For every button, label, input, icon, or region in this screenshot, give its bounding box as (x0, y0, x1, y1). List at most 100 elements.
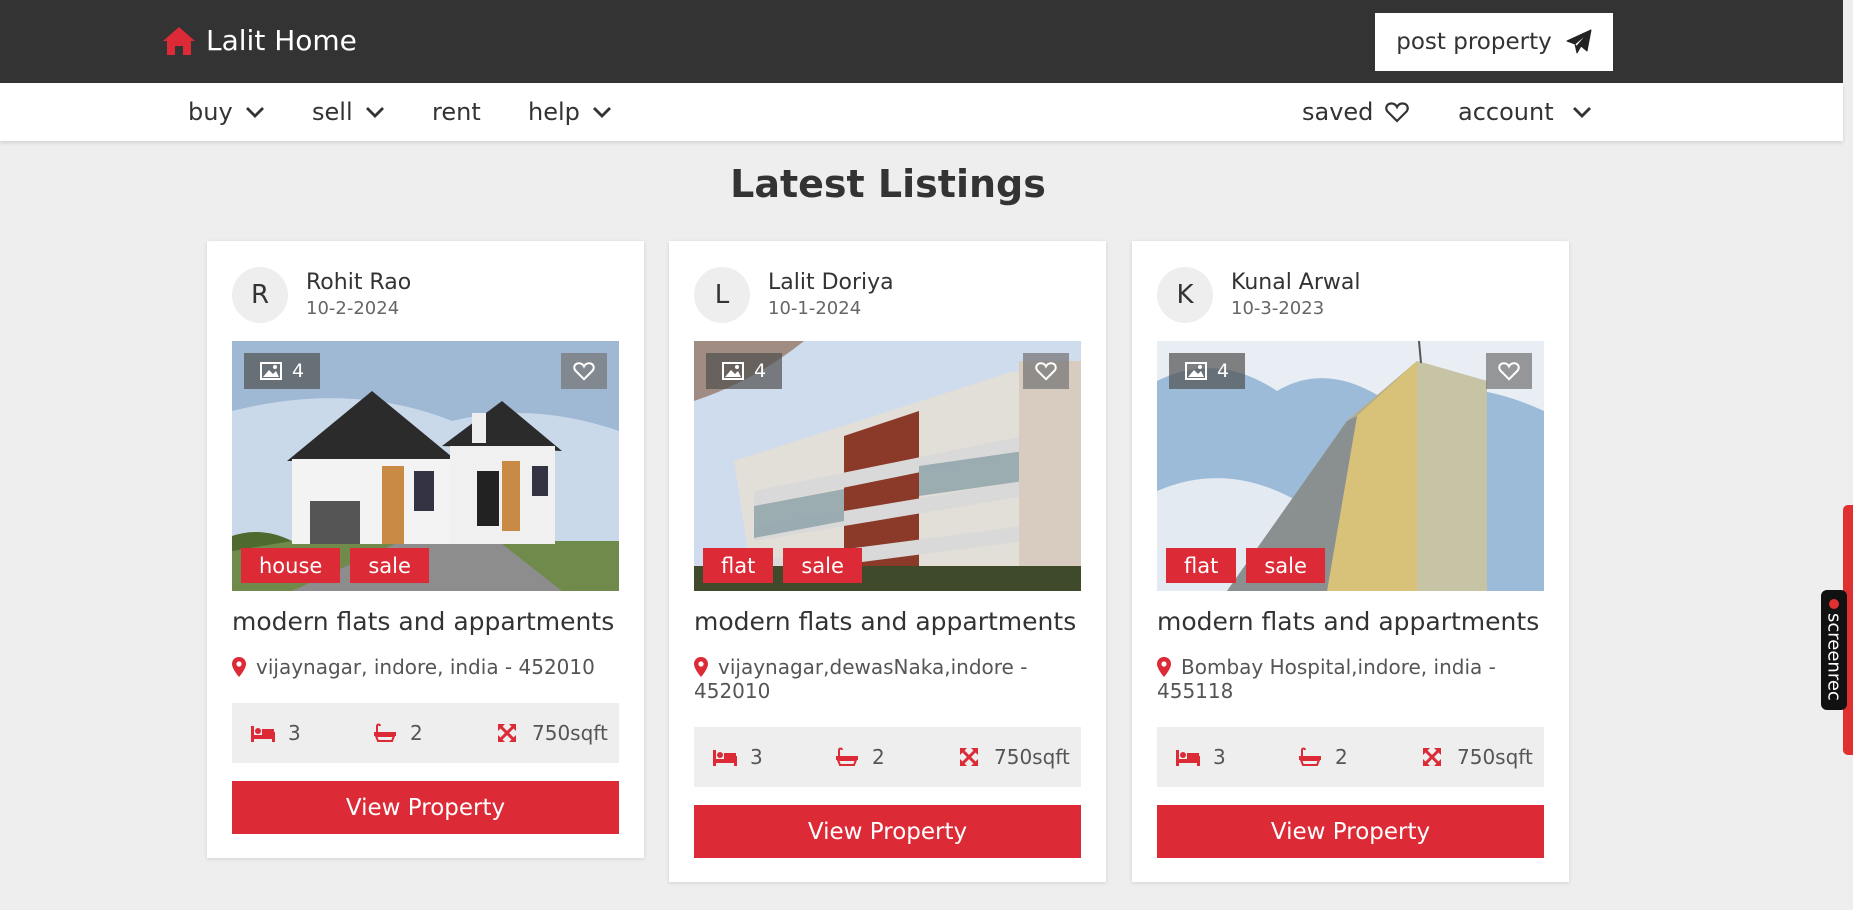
favorite-button[interactable] (1023, 353, 1069, 389)
expand-arrows-icon (1423, 748, 1441, 766)
property-address: vijaynagar,dewasNaka,indore - 452010 (694, 655, 1084, 703)
listing-type-tag: sale (350, 548, 429, 583)
section-title: Latest Listings (730, 162, 1046, 206)
spec-baths: 2 (1297, 727, 1348, 787)
property-photo[interactable]: 4 flat sale (1157, 341, 1544, 591)
address-text: vijaynagar,dewasNaka,indore - 452010 (694, 655, 1028, 703)
image-icon (1185, 362, 1207, 380)
favorite-button[interactable] (1486, 353, 1532, 389)
nav-saved-label: saved (1302, 98, 1374, 126)
chevron-down-icon (365, 107, 384, 118)
nav-sell-label: sell (312, 98, 353, 126)
bath-icon (374, 723, 396, 742)
view-property-button[interactable]: View Property (694, 805, 1081, 858)
chevron-down-icon (592, 107, 611, 118)
property-type-tag: flat (703, 548, 774, 583)
property-type-tag: flat (1166, 548, 1237, 583)
expand-arrows-icon (960, 748, 978, 766)
image-count: 4 (292, 360, 305, 382)
recorder-label: screenrec (1823, 613, 1845, 701)
spec-beds: 3 (712, 727, 763, 787)
image-count: 4 (1217, 360, 1230, 382)
area-size: 750sqft (994, 745, 1070, 769)
nav-buy[interactable]: buy (188, 83, 265, 141)
bath-icon (1299, 747, 1321, 766)
avatar: R (232, 267, 288, 323)
listing-type-tag: sale (1246, 548, 1325, 583)
main-nav: buy sell rent help saved account (0, 83, 1843, 141)
favorite-button[interactable] (561, 353, 607, 389)
map-pin-icon (694, 657, 708, 677)
property-title: modern flats and appartments (1157, 607, 1540, 636)
property-address: vijaynagar, indore, india - 452010 (232, 655, 622, 679)
beds-count: 3 (750, 745, 763, 769)
nav-sell[interactable]: sell (312, 83, 385, 141)
bed-icon (1176, 750, 1200, 766)
image-count: 4 (754, 360, 767, 382)
bed-icon (713, 750, 737, 766)
image-icon (722, 362, 744, 380)
listing-date: 10-1-2024 (768, 298, 862, 319)
property-specs: 3 2 750sqft (232, 703, 619, 763)
owner-name: Rohit Rao (306, 270, 412, 295)
avatar: K (1157, 267, 1213, 323)
heart-icon (1385, 102, 1410, 123)
brand-logo[interactable]: Lalit Home (162, 24, 357, 57)
spec-area: 750sqft (956, 727, 1070, 787)
home-icon (163, 26, 195, 55)
property-photo[interactable]: 4 house sale (232, 341, 619, 591)
tag-list: house sale (241, 548, 429, 583)
owner-info: R Rohit Rao 10-2-2024 (232, 267, 411, 323)
nav-rent-label: rent (432, 98, 481, 126)
nav-help[interactable]: help (528, 83, 612, 141)
spec-beds: 3 (250, 703, 301, 763)
property-title: modern flats and appartments (694, 607, 1077, 636)
image-count-badge: 4 (706, 353, 783, 389)
listing-card: R Rohit Rao 10-2-2024 4 house sale moder… (207, 241, 644, 858)
spec-baths: 2 (834, 727, 885, 787)
post-property-button[interactable]: post property (1375, 13, 1613, 71)
post-property-label: post property (1396, 29, 1552, 55)
baths-count: 2 (410, 721, 423, 745)
screen-recorder-tab[interactable]: screenrec (1821, 590, 1847, 710)
area-size: 750sqft (1457, 745, 1533, 769)
nav-account[interactable]: account (1458, 83, 1592, 141)
property-title: modern flats and appartments (232, 607, 615, 636)
image-count-badge: 4 (1169, 353, 1246, 389)
view-property-button[interactable]: View Property (232, 781, 619, 834)
address-text: Bombay Hospital,indore, india - 455118 (1157, 655, 1496, 703)
image-icon (260, 362, 282, 380)
address-text: vijaynagar, indore, india - 452010 (256, 655, 595, 679)
property-specs: 3 2 750sqft (1157, 727, 1544, 787)
map-pin-icon (1157, 657, 1171, 677)
nav-rent[interactable]: rent (432, 83, 481, 141)
image-count-badge: 4 (244, 353, 321, 389)
view-property-button[interactable]: View Property (1157, 805, 1544, 858)
bed-icon (251, 726, 275, 742)
paper-plane-icon (1566, 29, 1592, 54)
tag-list: flat sale (703, 548, 862, 583)
property-specs: 3 2 750sqft (694, 727, 1081, 787)
brand-name: Lalit Home (206, 24, 357, 57)
listing-type-tag: sale (783, 548, 862, 583)
record-dot-icon (1829, 599, 1839, 610)
owner-info: K Kunal Arwal 10-3-2023 (1157, 267, 1361, 323)
chevron-down-icon (245, 107, 264, 118)
heart-icon (1035, 362, 1057, 381)
owner-info: L Lalit Doriya 10-1-2024 (694, 267, 894, 323)
beds-count: 3 (1213, 745, 1226, 769)
top-header: Lalit Home post property (0, 0, 1843, 83)
owner-name: Kunal Arwal (1231, 270, 1361, 295)
listing-card: L Lalit Doriya 10-1-2024 4 flat sale mod… (669, 241, 1106, 882)
listing-date: 10-2-2024 (306, 298, 400, 319)
beds-count: 3 (288, 721, 301, 745)
owner-name: Lalit Doriya (768, 270, 894, 295)
nav-saved[interactable]: saved (1302, 83, 1410, 141)
spec-area: 750sqft (494, 703, 608, 763)
nav-help-label: help (528, 98, 580, 126)
baths-count: 2 (1335, 745, 1348, 769)
nav-account-label: account (1458, 98, 1554, 126)
property-photo[interactable]: 4 flat sale (694, 341, 1081, 591)
baths-count: 2 (872, 745, 885, 769)
nav-buy-label: buy (188, 98, 233, 126)
